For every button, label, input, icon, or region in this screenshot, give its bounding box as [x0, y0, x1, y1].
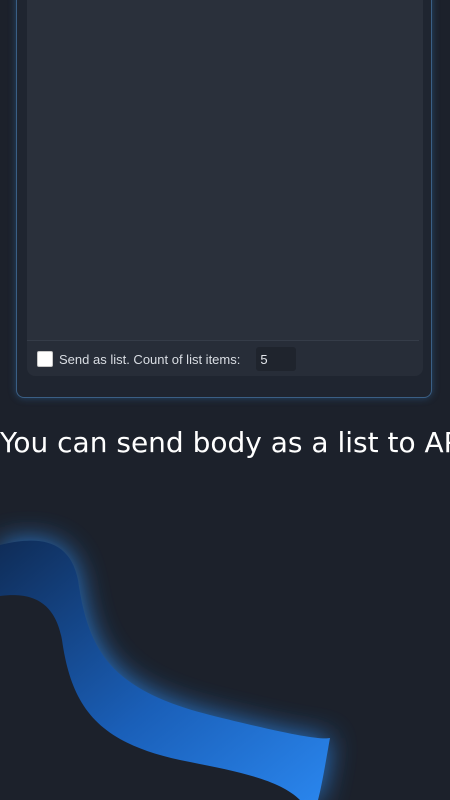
promo-caption: You can send body as a list to API [0, 426, 450, 459]
screen: Send as list. Count of list items: You c… [0, 0, 450, 800]
list-count-input[interactable] [256, 347, 297, 371]
send-as-list-row: Send as list. Count of list items: [37, 346, 297, 372]
decorative-wave [0, 540, 450, 800]
divider [27, 340, 419, 341]
send-as-list-label: Send as list. Count of list items: [59, 351, 241, 367]
request-editor-panel: Send as list. Count of list items: [27, 0, 423, 376]
device-frame: Send as list. Count of list items: [16, 0, 432, 398]
send-as-list-checkbox[interactable] [37, 351, 53, 367]
request-body-editor[interactable] [27, 0, 423, 340]
